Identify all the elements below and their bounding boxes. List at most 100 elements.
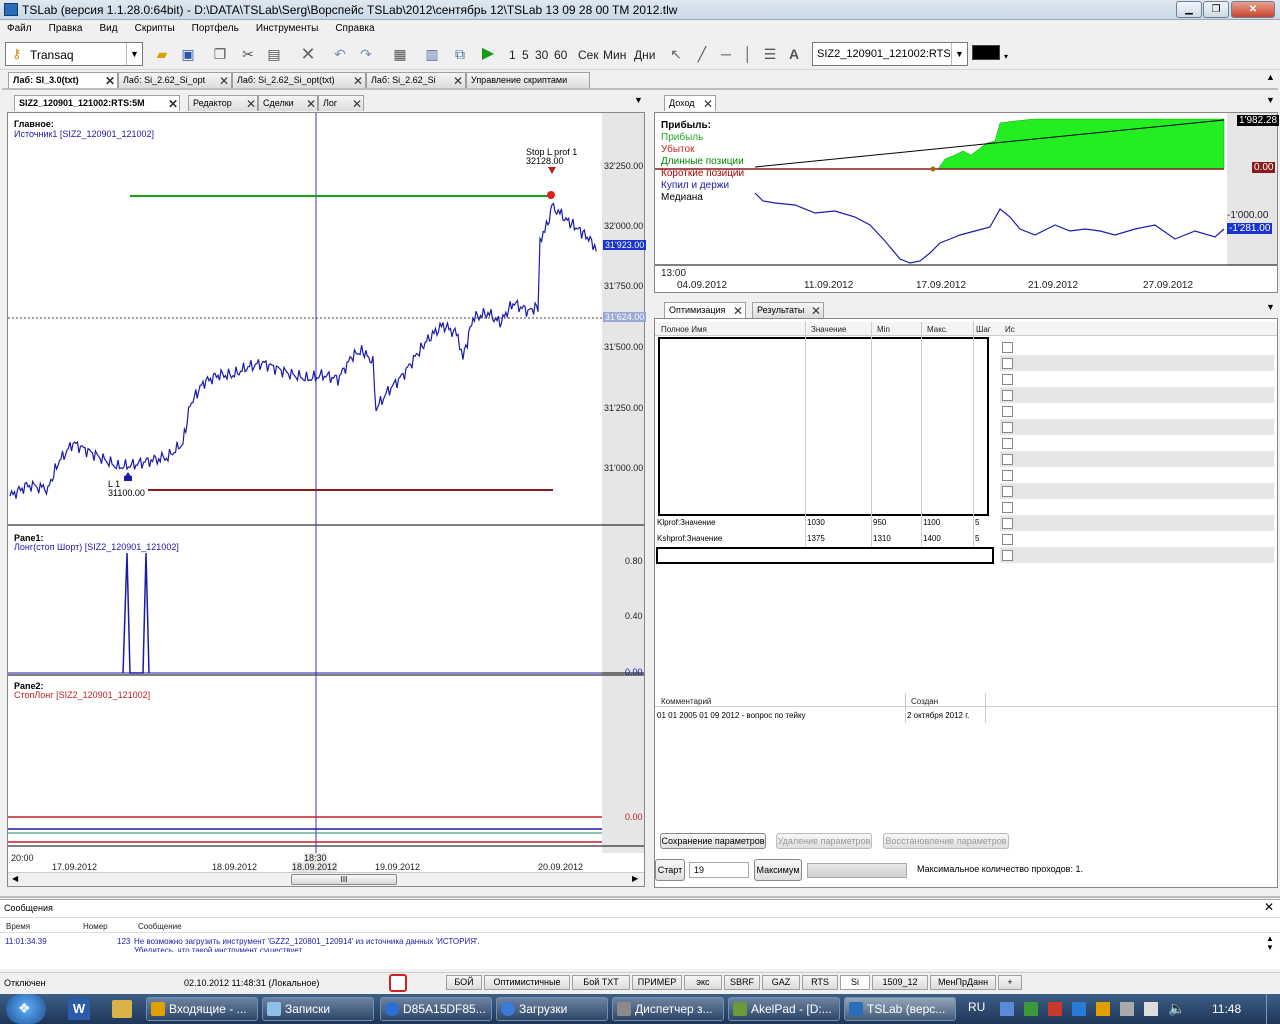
checkbox[interactable] [1002,358,1013,369]
open-icon[interactable]: ▰ [152,44,172,64]
horizontal-scrollbar[interactable]: ◀ III ▶ [8,872,644,886]
close-icon[interactable]: ✕ [246,97,256,111]
pointer-icon[interactable]: ↖ [666,44,686,64]
checkbox[interactable] [1002,518,1013,529]
row-min[interactable]: 1310 [873,534,891,543]
taskbar-item[interactable]: D85A15DF85... [380,997,492,1021]
close-icon[interactable]: ✕ [353,74,363,88]
interval-30[interactable]: 30 [535,48,548,62]
unit-min[interactable]: Мин [603,48,626,62]
start-value-input[interactable]: 19 [689,862,749,878]
close-icon[interactable]: ✕ [453,74,463,88]
taskbar-item-active[interactable]: TSLab (верс... [844,997,956,1021]
undo-icon[interactable]: ↶ [330,44,350,64]
chart-canvas[interactable] [8,113,644,886]
skype-icon[interactable] [1072,1002,1086,1016]
row-max[interactable]: 1400 [923,534,941,543]
properties-icon[interactable]: ▦ [390,44,410,64]
checkbox[interactable] [1002,390,1013,401]
text-tool-icon[interactable]: A [784,44,804,64]
menu-tools[interactable]: Инструменты [249,20,325,34]
close-icon[interactable]: ✕ [703,97,713,111]
minimize-button[interactable]: ▁ [1176,1,1202,18]
workflow-icon[interactable]: ⧉ [450,44,470,64]
bottom-tab[interactable]: RTS [802,975,838,990]
bottom-tab[interactable]: SBRF [724,975,760,990]
chart-tray-icon[interactable] [1024,1002,1038,1016]
tabs-scroll-icon[interactable]: ▲ [1266,72,1278,88]
explorer-icon[interactable] [112,1000,132,1018]
menu-portfolio[interactable]: Портфель [185,20,246,34]
save-icon[interactable]: ▣ [178,44,198,64]
word-icon[interactable]: W [68,998,90,1020]
bottom-tab[interactable]: экс [684,975,722,990]
close-icon[interactable]: ✕ [168,97,178,111]
close-icon[interactable]: ✕ [352,97,362,111]
checkbox[interactable] [1002,502,1013,513]
taskbar-item[interactable]: Входящие - ... [146,997,258,1021]
printer-icon[interactable] [1120,1002,1134,1016]
bottom-tab[interactable]: GAZ [762,975,800,990]
opt-menu-icon[interactable]: ▼ [1266,302,1275,312]
checkbox[interactable] [1002,550,1013,561]
save-params-button[interactable]: Сохранение параметров [660,833,766,849]
flag-icon[interactable] [1144,1002,1158,1016]
scroll-left-icon[interactable]: ◀ [12,874,18,883]
close-icon[interactable]: ✕ [811,304,821,318]
doc-tab-4[interactable]: Управление скриптами [466,72,590,88]
doc-tab-3[interactable]: Лаб: Si_2.62_Si ✕ [366,72,466,88]
checkbox[interactable] [1002,470,1013,481]
row-step[interactable]: 5 [975,534,979,543]
unit-sec[interactable]: Сек [578,48,599,62]
chart-tab-deals[interactable]: Сделки ✕ [258,95,318,111]
interval-5[interactable]: 5 [522,48,529,62]
taskbar-item[interactable]: Диспетчер з... [612,997,724,1021]
close-icon[interactable]: ✕ [306,97,316,111]
profit-canvas[interactable] [655,113,1277,292]
chart-icon[interactable]: ▥ [422,44,442,64]
cut-icon[interactable]: ✂ [238,44,258,64]
checkbox[interactable] [1002,454,1013,465]
copy-icon[interactable]: ❐ [210,44,230,64]
bottom-tab[interactable]: МенПрДанн [930,975,996,990]
unit-days[interactable]: Дни [634,48,655,62]
taskbar-item[interactable]: Загрузки [496,997,608,1021]
clock[interactable]: 11:48 [1212,1002,1241,1016]
volume-icon[interactable]: 🔈 [1168,1000,1185,1017]
row-value[interactable]: 1030 [807,518,825,527]
menu-help[interactable]: Справка [328,20,381,34]
interval-1[interactable]: 1 [509,48,516,62]
doc-tab-1[interactable]: Лаб: Si_2.62_Si_opt ✕ [118,72,232,88]
instrument-select[interactable]: SIZ2_120901_121002:RTS ▼ [812,42,968,66]
interval-60[interactable]: 60 [554,48,567,62]
antivirus-icon[interactable] [1048,1002,1062,1016]
redo-icon[interactable]: ↷ [356,44,376,64]
profit-tab[interactable]: Доход ✕ [664,95,716,111]
bottom-tab[interactable]: Бой TXT [572,975,630,990]
row-value[interactable]: 1375 [807,534,825,543]
delete-icon[interactable]: ✕ [298,44,318,64]
scroll-right-icon[interactable]: ▶ [632,874,638,883]
vline-icon[interactable]: │ [738,44,758,64]
doc-tab-2[interactable]: Лаб: Si_2.62_Si_opt(txt) ✕ [232,72,366,88]
close-icon[interactable]: ✕ [733,304,743,318]
chart-tabs-menu-icon[interactable]: ▼ [634,95,643,105]
checkbox[interactable] [1002,486,1013,497]
chart-tab-log[interactable]: Лог ✕ [318,95,364,111]
color-swatch[interactable] [972,45,1000,60]
delete-params-button[interactable]: Удаление параметров [776,833,872,849]
language-indicator[interactable]: RU [968,1000,985,1014]
maximum-button[interactable]: Максимум [754,859,802,881]
taskbar-item[interactable]: AkelPad - [D:... [728,997,840,1021]
connection-select[interactable]: Transaq ⚷ ▼ [5,42,143,66]
checkbox[interactable] [1002,342,1013,353]
doc-tab-0[interactable]: Лаб: SI_3.0(txt) ✕ [8,72,118,88]
hline-icon[interactable]: ─ [716,44,736,64]
close-icon[interactable]: ✕ [1264,900,1274,914]
row-step[interactable]: 5 [975,518,979,527]
menu-view[interactable]: Вид [93,20,125,34]
row-max[interactable]: 1100 [923,518,940,527]
paste-icon[interactable]: ▤ [264,44,284,64]
scroll-thumb[interactable]: III [291,874,397,885]
profit-menu-icon[interactable]: ▼ [1266,95,1275,105]
